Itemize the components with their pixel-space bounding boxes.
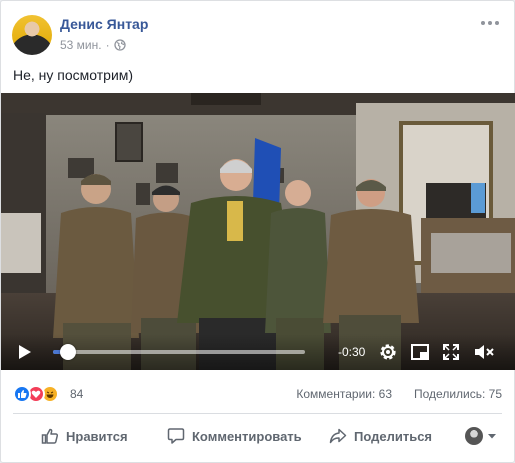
comment-icon [167, 427, 185, 445]
post-stats: 84 Комментарии: 63 Поделились: 75 [13, 382, 502, 406]
facebook-post: Денис Янтар 53 мин. · Не, ну посмотрим) [0, 0, 515, 463]
thumbs-up-icon [41, 427, 59, 445]
video-progress-bar[interactable] [53, 350, 305, 354]
post-time[interactable]: 53 мин. [60, 38, 102, 52]
video-player[interactable]: -0:30 [1, 93, 515, 370]
like-reaction-icon [13, 385, 31, 403]
globe-icon[interactable] [113, 39, 126, 51]
comments-count[interactable]: Комментарии: 63 [296, 387, 392, 401]
video-controls: -0:30 [1, 334, 515, 370]
share-label: Поделиться [354, 428, 433, 444]
share-arrow-icon [329, 427, 347, 445]
settings-gear-icon[interactable] [378, 342, 398, 362]
post-text: Не, ну посмотрим) [13, 67, 134, 83]
picture-in-picture-icon[interactable] [410, 342, 430, 362]
video-frame [1, 93, 515, 370]
fullscreen-icon[interactable] [441, 342, 461, 362]
author-avatar[interactable] [12, 15, 52, 55]
like-button[interactable]: Нравится [41, 419, 128, 453]
comment-button[interactable]: Комментировать [167, 419, 302, 453]
actions-divider [13, 413, 502, 414]
react-as-selector[interactable] [465, 419, 497, 453]
more-options-icon[interactable] [478, 13, 502, 33]
time-remaining: -0:30 [338, 345, 366, 359]
shares-count[interactable]: Поделились: 75 [414, 387, 502, 401]
video-scrubber-handle[interactable] [60, 344, 77, 360]
like-label: Нравится [66, 428, 128, 444]
meta-separator: · [105, 38, 110, 52]
reaction-count[interactable]: 84 [70, 387, 83, 401]
play-icon[interactable] [14, 342, 34, 362]
post-meta: 53 мин. · [60, 38, 126, 52]
comment-label: Комментировать [192, 428, 302, 444]
reaction-icons[interactable] [13, 385, 59, 403]
share-button[interactable]: Поделиться [329, 419, 432, 453]
author-name[interactable]: Денис Янтар [60, 16, 148, 32]
post-actions: Нравится Комментировать Поделиться [13, 419, 502, 453]
chevron-down-icon [487, 431, 497, 441]
profile-avatar-icon [465, 427, 483, 445]
post-header: Денис Янтар 53 мин. · [12, 11, 504, 57]
volume-muted-icon[interactable] [473, 342, 497, 362]
